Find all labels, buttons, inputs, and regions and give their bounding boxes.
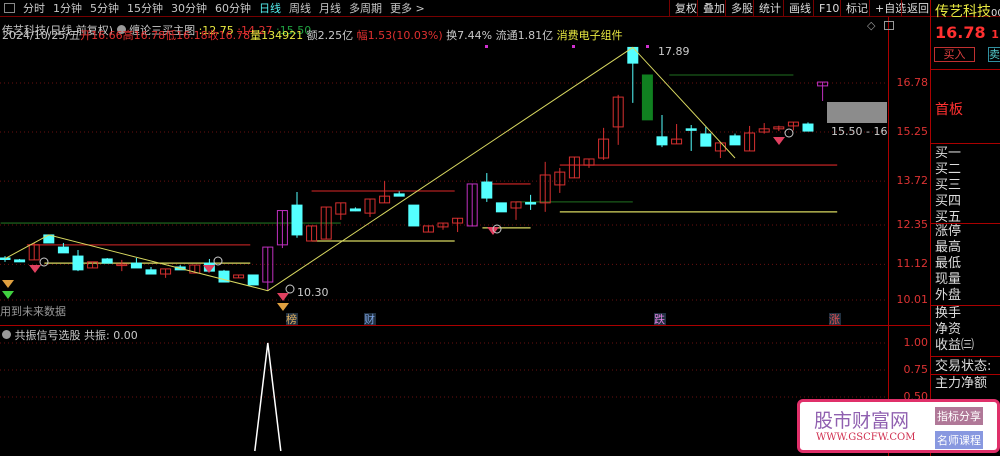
quote-row-rows3-0: 换手 bbox=[935, 306, 962, 321]
circle-number-icon bbox=[213, 256, 223, 266]
quote-row-rows2-2: 最低 bbox=[935, 256, 962, 271]
candle-body bbox=[101, 258, 113, 264]
range-label: 15.50 - 16.18 bbox=[831, 125, 888, 138]
price-tick: 10.01 bbox=[896, 292, 929, 306]
candle-body bbox=[349, 208, 361, 212]
signal-dot bbox=[572, 45, 575, 48]
signal-mark: 跌 bbox=[654, 312, 665, 326]
quote-row-rows2-0: 涨停 bbox=[935, 224, 962, 239]
sub-indicator-name[interactable]: 共振信号选股 bbox=[15, 329, 81, 342]
diamond-icon[interactable]: ◇ bbox=[867, 19, 875, 32]
sell-button[interactable]: 卖 bbox=[988, 47, 1000, 62]
toolbar-button-3[interactable]: 统计 bbox=[753, 0, 786, 17]
candle-body bbox=[57, 246, 69, 254]
price-tick: 16.78 bbox=[896, 76, 929, 89]
candle-body bbox=[130, 262, 142, 269]
candle-body bbox=[729, 135, 741, 146]
toolbar-button-8[interactable]: 返回 bbox=[901, 0, 934, 17]
gem-icon bbox=[773, 137, 785, 145]
candle-body bbox=[291, 204, 303, 236]
candle-body bbox=[685, 128, 697, 131]
watermark-badge-share[interactable]: 指标分享 bbox=[935, 407, 983, 425]
quote-row-rows2-3: 现量 bbox=[935, 272, 962, 287]
pane-divider[interactable] bbox=[0, 325, 930, 326]
chevron-down-icon[interactable] bbox=[2, 330, 11, 339]
signal-dot bbox=[646, 45, 649, 48]
candle-body bbox=[495, 202, 507, 213]
candle-body bbox=[393, 193, 405, 197]
candle-body bbox=[408, 204, 420, 227]
bottom-label: 10.30 bbox=[297, 286, 329, 299]
sub-tick: 1.00 bbox=[903, 336, 929, 349]
range-box bbox=[827, 102, 887, 123]
gem-icon bbox=[2, 291, 14, 299]
circle-number-icon bbox=[285, 284, 295, 294]
sub-tick: 0.75 bbox=[903, 363, 929, 376]
signal-mark: 榜 bbox=[286, 312, 297, 326]
candle-body bbox=[247, 274, 259, 286]
zigzag-line bbox=[4, 46, 736, 292]
candle-body bbox=[641, 74, 653, 121]
watermark-url: WWW.GSCFW.COM bbox=[816, 432, 916, 443]
sub-indicator-value: 共振: 0.00 bbox=[84, 329, 138, 342]
candle-body bbox=[72, 255, 84, 271]
watermark-badge-course[interactable]: 名师课程 bbox=[935, 431, 983, 449]
gem-icon bbox=[2, 280, 14, 288]
price-tick: 15.25 bbox=[896, 125, 929, 139]
gem-icon bbox=[29, 265, 41, 273]
price-axis: ◇ 16.78 15.25 13.72 12.35 11.12 10.01 1.00 0.75… bbox=[867, 17, 930, 456]
main-fund-net: 主力净额 bbox=[935, 376, 988, 391]
candle-body bbox=[802, 123, 814, 132]
watermark-logo: 股市财富网 bbox=[814, 410, 910, 432]
stock-name: 传艺科技00 bbox=[935, 4, 1000, 20]
kline-chart[interactable]: 17.8910.3015.50 - 16.18榜财跌涨 bbox=[0, 0, 888, 456]
watermark: 股市财富网 WWW.GSCFW.COM 指标分享 名师课程 bbox=[797, 399, 1000, 453]
signal-mark: 财 bbox=[364, 312, 375, 326]
price-tick: 11.12 bbox=[896, 257, 929, 271]
trade-status: 交易状态: bbox=[935, 359, 992, 374]
toolbar-button-4[interactable]: 画线 bbox=[783, 0, 816, 17]
candle-body bbox=[525, 202, 537, 205]
quote-row-rows2-1: 最高 bbox=[935, 240, 962, 255]
quote-panel: 传艺科技00 16.78 1.5 买入 卖 首板 买一买二买三买四买五 涨停最高… bbox=[930, 0, 1000, 456]
peak-label: 17.89 bbox=[658, 45, 690, 58]
board-tag: 首板 bbox=[935, 102, 963, 118]
price-tick: 12.35 bbox=[896, 217, 929, 231]
quote-row-rows3-1: 净资 bbox=[935, 322, 962, 337]
quote-row-rows1-2: 买三 bbox=[935, 178, 962, 193]
quote-row-rows1-3: 买四 bbox=[935, 194, 962, 209]
candle-body bbox=[145, 269, 157, 275]
buy-button[interactable]: 买入 bbox=[934, 47, 975, 62]
candle-body bbox=[481, 181, 493, 199]
candle-body bbox=[700, 133, 712, 147]
quote-row-rows1-1: 买二 bbox=[935, 162, 962, 177]
quote-row-rows2-4: 外盘 bbox=[935, 288, 962, 303]
gem-icon bbox=[277, 303, 289, 311]
candle-body bbox=[656, 136, 668, 146]
future-data-note: 用到未来数据 bbox=[0, 305, 66, 318]
price-tick: 13.72 bbox=[896, 174, 929, 188]
sub-indicator-header: 共振信号选股 共振: 0.00 bbox=[2, 327, 138, 343]
last-price: 16.78 1.5 bbox=[935, 23, 1000, 42]
gem-icon bbox=[277, 293, 289, 301]
circle-number-icon bbox=[784, 128, 794, 138]
panel-toggle-icon[interactable] bbox=[884, 21, 894, 30]
candle-body bbox=[14, 259, 26, 263]
quote-row-rows1-0: 买一 bbox=[935, 146, 962, 161]
quote-row-rows3-2: 收益㈢ bbox=[935, 338, 975, 353]
signal-dot bbox=[485, 45, 488, 48]
